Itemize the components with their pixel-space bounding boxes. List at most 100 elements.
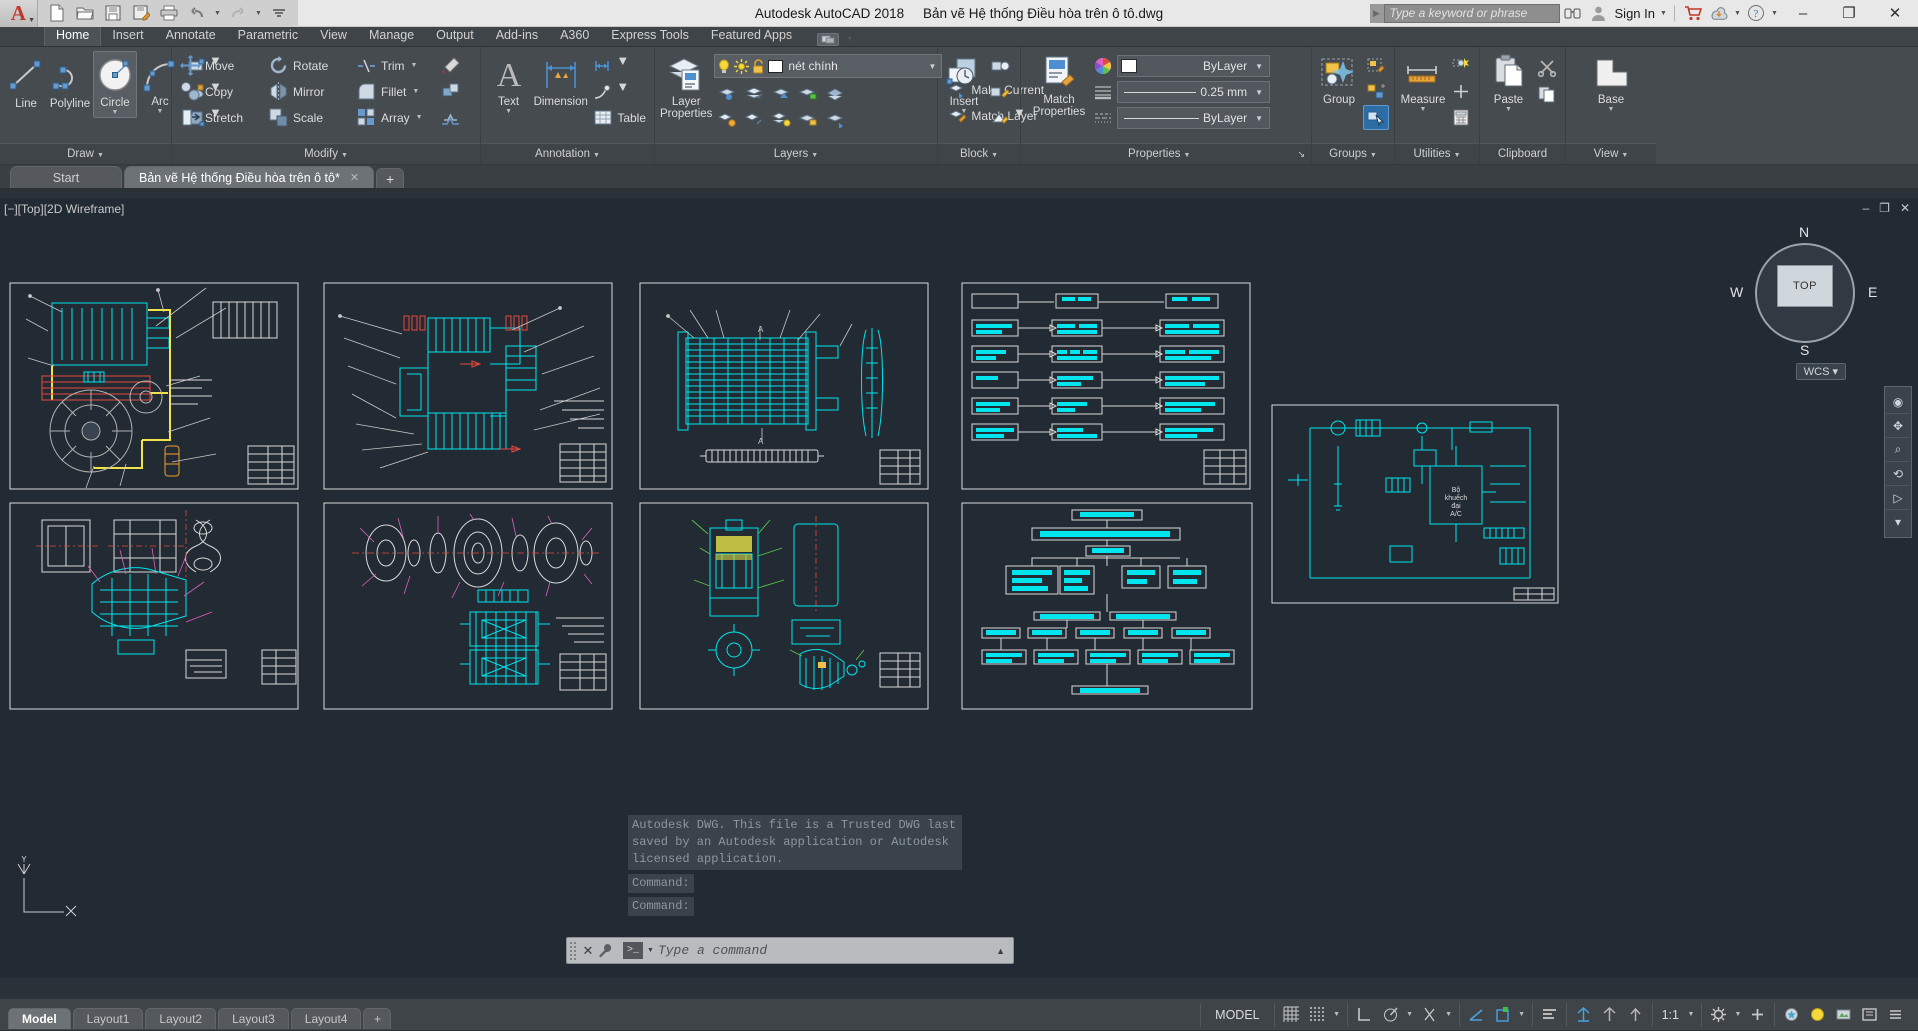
grid-display-icon[interactable] [1280,1003,1303,1026]
object-snap-tracking-icon[interactable] [1491,1003,1514,1026]
measure-dropdown-icon[interactable]: ▼ [1420,106,1427,114]
annotation-visibility-icon[interactable] [1538,1003,1561,1026]
panel-title-draw[interactable]: Draw ▼ [0,143,171,164]
leader-icon[interactable] [590,79,616,104]
panel-title-block[interactable]: Block ▼ [938,143,1020,164]
measure-button[interactable]: Measure ▼ [1400,51,1446,114]
sign-in-dropdown-icon[interactable]: ▼ [1658,10,1669,17]
undo-dropdown-icon[interactable]: ▼ [212,10,223,17]
layer-freeze-tool-icon[interactable] [768,81,794,106]
line-button[interactable]: Line [5,51,47,110]
view-cube-south-label[interactable]: S [1800,342,1809,358]
layer-isolate-icon[interactable] [714,81,740,106]
tab-parametric[interactable]: Parametric [227,26,309,46]
tab-home[interactable]: Home [44,25,102,46]
command-expand-icon[interactable]: ▲ [996,946,1013,956]
object-snap-icon[interactable] [1465,1003,1488,1026]
tab-express-tools[interactable]: Express Tools [600,26,700,46]
steering-wheel-icon[interactable]: ◉ [1886,390,1910,414]
panel-title-view[interactable]: View ▼ [1566,143,1656,164]
array-button[interactable]: Array ▼ [353,105,437,130]
layout-tab-layout3[interactable]: Layout3 [218,1008,289,1029]
dimension-button[interactable]: Dimension [533,51,588,108]
command-bar-grip[interactable] [569,940,578,961]
snap-mode-icon[interactable] [1306,1003,1329,1026]
command-prompt-dropdown-icon[interactable]: ▼ [647,947,654,954]
point-icon[interactable] [1448,79,1474,104]
tab-output[interactable]: Output [425,26,485,46]
paste-dropdown-icon[interactable]: ▼ [1505,106,1512,114]
plot-icon[interactable] [156,2,182,25]
osnap-dropdown-icon[interactable]: ▼ [1517,1011,1527,1018]
layer-unlock-icon[interactable] [795,107,821,132]
layout-tab-model[interactable]: Model [8,1008,71,1029]
panel-title-groups[interactable]: Groups ▼ [1312,143,1394,164]
view-cube-top-face[interactable]: TOP [1777,265,1833,307]
polar-tracking-icon[interactable] [1379,1003,1402,1026]
tab-annotate[interactable]: Annotate [155,26,227,46]
layer-color-swatch[interactable] [768,59,784,73]
file-tab-start[interactable]: Start [10,166,122,188]
zoom-extents-icon[interactable]: ⌕ [1886,438,1910,462]
table-button[interactable]: Table [590,105,649,130]
group-selection-on-icon[interactable] [1363,105,1389,130]
insert-dropdown-icon[interactable]: ▼ [961,108,968,116]
color-dropdown-icon[interactable]: ▼ [1255,62,1266,71]
undo-icon[interactable] [184,2,210,25]
search-expand-icon[interactable]: ▶ [1369,3,1384,23]
linetype-selector[interactable]: ByLayer ▼ [1117,107,1270,129]
clean-screen-icon[interactable] [1858,1003,1881,1026]
new-file-tab-button[interactable]: + [376,168,405,188]
user-avatar-icon[interactable] [1586,0,1612,27]
annotation-scale-list-icon[interactable] [1624,1003,1647,1026]
panel-title-properties[interactable]: Properties ▼ ↘ [1021,143,1311,164]
command-input[interactable]: Type a command [658,943,996,958]
app-manager-dropdown-icon[interactable]: ▼ [1732,10,1743,17]
object-color-selector[interactable]: ByLayer ▼ [1117,55,1270,77]
layer-freeze-icon[interactable] [734,58,750,74]
lineweight-dropdown-icon[interactable]: ▼ [1255,88,1266,97]
rotate-button[interactable]: Rotate [265,53,353,78]
layer-turn-off-icon[interactable] [822,81,848,106]
search-icon[interactable] [1560,0,1586,27]
command-input-bar[interactable]: ✕ >_ ▼ Type a command ▲ [566,937,1014,964]
application-menu-button[interactable]: A ▼ [0,0,38,27]
layer-previous-icon[interactable] [822,107,848,132]
isometric-drafting-icon[interactable] [1418,1003,1441,1026]
properties-dialog-launcher-icon[interactable]: ↘ [1297,144,1305,165]
qat-customize-icon[interactable] [266,2,292,25]
base-dropdown-icon[interactable]: ▼ [1608,106,1615,114]
layer-lock-icon[interactable] [752,58,765,74]
showmotion-icon[interactable]: ▷ [1886,486,1910,510]
close-button[interactable]: ✕ [1872,0,1918,27]
pan-icon[interactable]: ✥ [1886,414,1910,438]
annotation-scale-add-icon[interactable] [1598,1003,1621,1026]
copy-button[interactable]: Copy [177,79,265,104]
layer-merge-icon[interactable] [714,107,740,132]
view-cube[interactable]: TOP N S W E [1730,224,1877,358]
trim-dropdown-icon[interactable]: ▼ [411,62,418,69]
workspace-switch-icon[interactable] [817,33,840,46]
dimension-style-icon[interactable] [590,53,616,78]
orbit-icon[interactable]: ⟲ [1886,462,1910,486]
tab-featured-apps[interactable]: Featured Apps [700,26,803,46]
drawing-canvas[interactable]: [−][Top][2D Wireframe] – ❐ ✕ A A Bộ khuế… [0,198,1918,978]
hardware-acceleration-icon[interactable] [1780,1003,1803,1026]
panel-title-layers[interactable]: Layers ▼ [655,143,937,164]
copy-clip-icon[interactable] [1534,81,1560,106]
minimize-button[interactable]: – [1780,0,1826,27]
command-close-icon[interactable]: ✕ [578,943,598,959]
define-attributes-icon[interactable] [987,105,1013,130]
annotation-scale-sync-icon[interactable] [1572,1003,1595,1026]
layout-tab-layout2[interactable]: Layout2 [145,1008,217,1029]
tab-a360[interactable]: A360 [549,26,600,46]
status-bar-menu-icon[interactable] [1884,1003,1907,1026]
save-as-file-icon[interactable] [128,2,154,25]
layer-lock-tool-icon[interactable] [795,81,821,106]
maximize-button[interactable]: ❐ [1826,0,1872,27]
create-block-icon[interactable] [987,53,1013,78]
layer-on-icon[interactable] [717,59,731,74]
erase-icon[interactable] [437,53,463,78]
isodraft-dropdown-icon[interactable]: ▼ [1444,1011,1454,1018]
mirror-button[interactable]: Mirror [265,79,353,104]
